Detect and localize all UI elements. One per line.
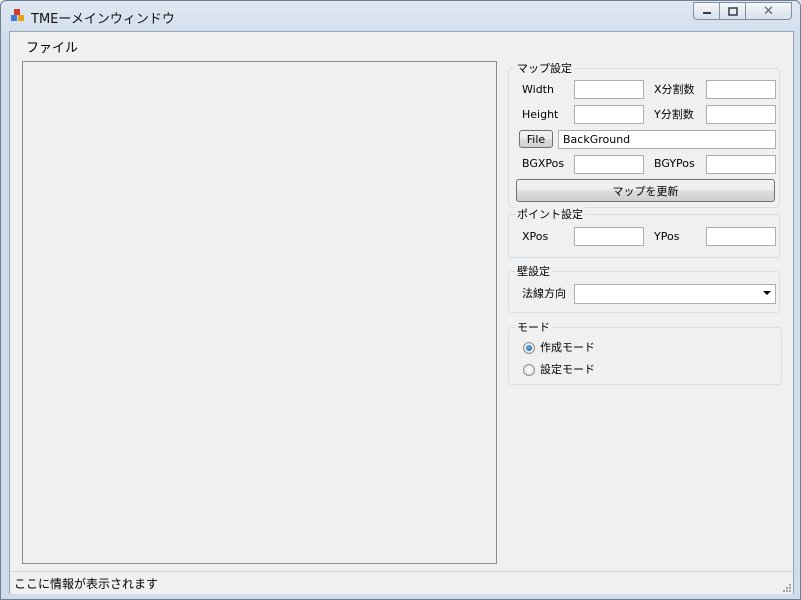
create-mode-radio[interactable] <box>523 342 535 354</box>
resize-grip-icon[interactable] <box>781 582 791 592</box>
close-button[interactable]: ✕ <box>746 2 792 20</box>
title-bar[interactable]: TMEーメインウィンドウ ✕ <box>1 1 800 31</box>
point-settings-legend: ポイント設定 <box>515 207 585 222</box>
minimize-button[interactable] <box>693 2 720 20</box>
bgy-label: BGYPos <box>654 157 695 170</box>
menu-bar: ファイル <box>10 32 793 56</box>
y-div-label: Y分割数 <box>654 108 694 121</box>
app-icon <box>11 9 24 21</box>
bgx-input[interactable] <box>574 155 644 174</box>
x-div-label: X分割数 <box>654 83 695 96</box>
x-div-input[interactable] <box>706 80 776 99</box>
settings-mode-label[interactable]: 設定モード <box>540 363 595 377</box>
update-map-button[interactable]: マップを更新 <box>516 179 775 202</box>
width-label: Width <box>522 83 554 96</box>
file-button[interactable]: File <box>519 130 553 148</box>
create-mode-label[interactable]: 作成モード <box>540 341 595 355</box>
caption-buttons: ✕ <box>693 2 792 20</box>
maximize-button[interactable] <box>720 2 746 20</box>
xpos-label: XPos <box>522 230 549 243</box>
bgy-input[interactable] <box>706 155 776 174</box>
background-file-input[interactable] <box>558 130 776 149</box>
wall-settings-legend: 壁設定 <box>515 264 552 279</box>
wall-settings-group: 壁設定 法線方向 <box>508 264 780 313</box>
window-title: TMEーメインウィンドウ <box>31 12 175 27</box>
ypos-label: YPos <box>654 230 680 243</box>
ypos-input[interactable] <box>706 227 776 246</box>
maximize-icon <box>727 6 738 16</box>
normal-direction-label: 法線方向 <box>522 287 566 300</box>
point-settings-group: ポイント設定 XPos YPos <box>508 207 780 258</box>
height-input[interactable] <box>574 105 644 124</box>
y-div-input[interactable] <box>706 105 776 124</box>
client-area: ファイル マップ設定 Width X分割数 Height Y分割数 File B… <box>9 31 794 594</box>
status-text: ここに情報が表示されます <box>14 577 159 591</box>
settings-mode-radio[interactable] <box>523 364 535 376</box>
width-input[interactable] <box>574 80 644 99</box>
normal-direction-select[interactable] <box>574 284 776 304</box>
xpos-input[interactable] <box>574 227 644 246</box>
map-settings-legend: マップ設定 <box>515 61 574 76</box>
main-window: TMEーメインウィンドウ ✕ ファイル マップ設定 Width X分割数 Hei… <box>0 0 801 600</box>
height-label: Height <box>522 108 559 121</box>
map-settings-group: マップ設定 Width X分割数 Height Y分割数 File BGXPos… <box>508 61 780 208</box>
chevron-down-icon <box>763 291 771 295</box>
mode-legend: モード <box>515 320 552 335</box>
status-bar: ここに情報が表示されます <box>10 571 793 594</box>
minimize-icon <box>702 12 711 14</box>
bgx-label: BGXPos <box>522 157 565 170</box>
close-icon: ✕ <box>763 3 774 19</box>
menu-file[interactable]: ファイル <box>26 37 78 56</box>
mode-group: モード 作成モード 設定モード <box>508 320 782 385</box>
map-canvas[interactable] <box>22 61 497 564</box>
